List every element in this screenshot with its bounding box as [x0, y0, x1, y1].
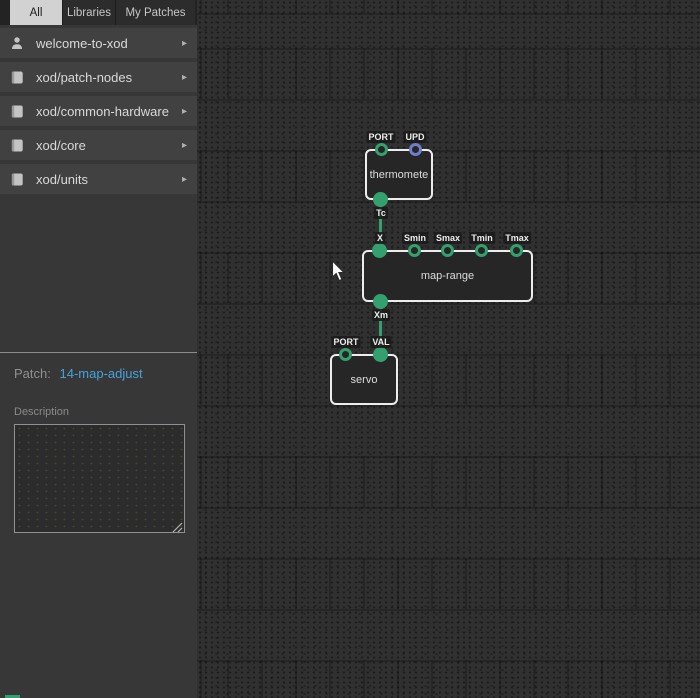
- pin-maprange-smax[interactable]: [441, 244, 454, 257]
- chevron-right-icon[interactable]: ▸: [182, 38, 187, 49]
- pin-label: Tc: [374, 207, 388, 219]
- patch-name-link[interactable]: 14-map-adjust: [59, 366, 142, 381]
- chevron-right-icon[interactable]: ▸: [182, 140, 187, 151]
- sidebar-divider: [0, 352, 197, 353]
- sidebar-item-xod-patch-nodes[interactable]: xod/patch-nodes ▸: [0, 62, 197, 92]
- node-label: servo: [351, 374, 378, 386]
- library-list: welcome-to-xod ▸ xod/patch-nodes ▸ xod/c…: [0, 28, 197, 194]
- pin-maprange-tmin[interactable]: [475, 244, 488, 257]
- sidebar-item-xod-units[interactable]: xod/units ▸: [0, 164, 197, 194]
- tab-libraries[interactable]: Libraries: [63, 0, 116, 25]
- pin-label: VAL: [370, 336, 391, 348]
- pin-maprange-xm[interactable]: [373, 294, 388, 309]
- sidebar-item-label: xod/units: [36, 172, 88, 187]
- chevron-right-icon[interactable]: ▸: [182, 174, 187, 185]
- pin-label: UPD: [403, 131, 426, 143]
- sidebar-item-label: xod/common-hardware: [36, 104, 169, 119]
- current-patch-row: Patch: 14-map-adjust: [14, 366, 143, 381]
- pin-thermometer-tc[interactable]: [373, 192, 388, 207]
- sidebar-item-xod-core[interactable]: xod/core ▸: [0, 130, 197, 160]
- patching-canvas[interactable]: thermomete… PORT UPD Tc map-range X Smin…: [197, 0, 700, 698]
- sidebar-tabbar: All Libraries My Patches: [0, 0, 197, 25]
- pin-thermometer-port[interactable]: [375, 143, 388, 156]
- sidebar-item-label: xod/core: [36, 138, 86, 153]
- pin-thermometer-upd[interactable]: [409, 143, 422, 156]
- chevron-right-icon[interactable]: ▸: [182, 106, 187, 117]
- pin-label: PORT: [366, 131, 395, 143]
- node-thermometer[interactable]: thermomete…: [365, 149, 433, 200]
- pin-label: Xm: [372, 309, 390, 321]
- chevron-right-icon[interactable]: ▸: [182, 72, 187, 83]
- pin-label: Tmax: [503, 232, 531, 244]
- pin-maprange-tmax[interactable]: [510, 244, 523, 257]
- book-icon: [10, 71, 36, 84]
- pin-label: Smin: [402, 232, 428, 244]
- tab-all[interactable]: All: [10, 0, 63, 25]
- mouse-cursor: [331, 260, 346, 287]
- description-input[interactable]: [14, 424, 185, 533]
- sidebar-item-welcome-to-xod[interactable]: welcome-to-xod ▸: [0, 28, 197, 58]
- pin-servo-val[interactable]: [373, 347, 388, 362]
- pin-maprange-x[interactable]: [372, 243, 387, 258]
- tab-my-patches[interactable]: My Patches: [116, 0, 195, 25]
- pin-servo-port[interactable]: [339, 348, 352, 361]
- sidebar-item-label: xod/patch-nodes: [36, 70, 132, 85]
- sidebar-item-label: welcome-to-xod: [36, 36, 128, 51]
- pin-label: Tmin: [469, 232, 495, 244]
- node-servo[interactable]: servo: [330, 354, 398, 405]
- pin-maprange-smin[interactable]: [408, 244, 421, 257]
- pin-label: X: [375, 232, 385, 244]
- project-browser-sidebar: All Libraries My Patches welcome-to-xod …: [0, 0, 197, 698]
- description-label: Description: [14, 406, 69, 418]
- patch-label: Patch:: [14, 366, 51, 381]
- pin-label: Smax: [434, 232, 462, 244]
- node-label: map-range: [421, 270, 474, 282]
- book-icon: [10, 105, 36, 118]
- node-label: thermomete…: [370, 169, 429, 181]
- node-map-range[interactable]: map-range: [362, 250, 533, 302]
- book-icon: [10, 139, 36, 152]
- user-icon: [10, 36, 36, 50]
- sidebar-item-xod-common-hardware[interactable]: xod/common-hardware ▸: [0, 96, 197, 126]
- book-icon: [10, 173, 36, 186]
- pin-label: PORT: [331, 336, 360, 348]
